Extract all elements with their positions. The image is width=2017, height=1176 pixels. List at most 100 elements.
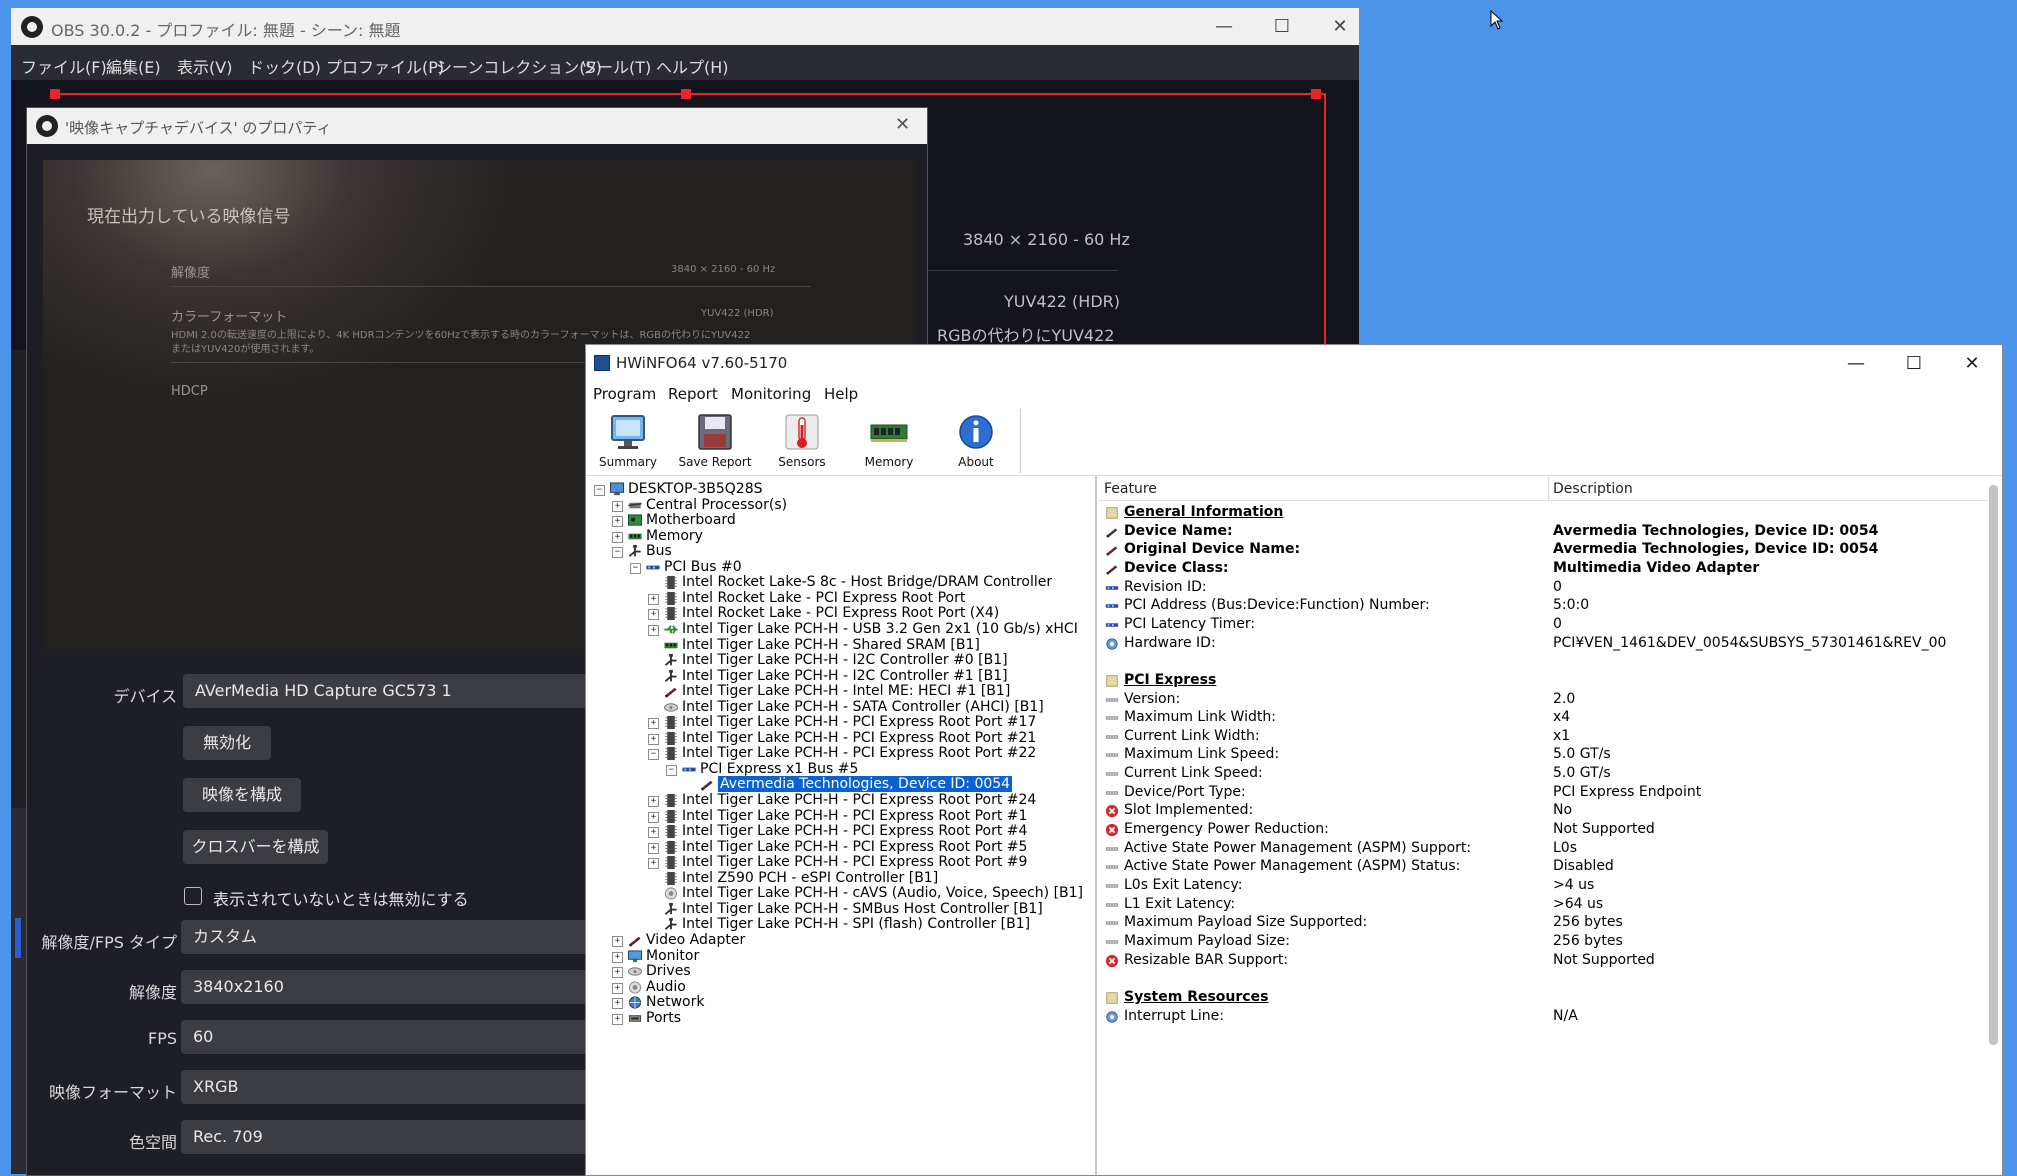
menu-tools[interactable]: ツール(T) bbox=[581, 54, 651, 78]
monitor-icon bbox=[611, 415, 645, 449]
expand-icon[interactable]: + bbox=[612, 532, 623, 543]
expand-icon[interactable]: + bbox=[612, 952, 623, 963]
detail-feature: Device Name: bbox=[1124, 523, 1233, 539]
detail-feature: Interrupt Line: bbox=[1124, 1008, 1224, 1024]
chip-icon bbox=[665, 793, 677, 808]
preview-divider bbox=[928, 270, 1118, 271]
expand-icon[interactable]: + bbox=[648, 718, 659, 729]
description-column-header[interactable]: Description bbox=[1553, 481, 1633, 497]
detail-feature: Active State Power Management (ASPM) Sup… bbox=[1124, 840, 1472, 856]
expand-icon[interactable]: + bbox=[612, 516, 623, 527]
resize-handle[interactable] bbox=[681, 89, 691, 99]
obs-window-title: OBS 30.0.2 - プロファイル: 無題 - シーン: 無題 bbox=[51, 21, 401, 40]
about-button[interactable]: About bbox=[934, 409, 1018, 473]
tree-node-label: Intel Tiger Lake PCH-H - Intel ME: HECI … bbox=[682, 683, 1011, 699]
device-label: デバイス bbox=[113, 687, 177, 706]
menu-edit[interactable]: 編集(E) bbox=[106, 54, 161, 78]
preview-format-value: YUV422 (HDR) bbox=[701, 308, 774, 319]
tree-node-label: Video Adapter bbox=[646, 932, 746, 948]
expand-icon[interactable]: + bbox=[648, 858, 659, 869]
chip-icon bbox=[665, 715, 677, 730]
expand-icon[interactable]: + bbox=[612, 936, 623, 947]
tree-node-label: Intel Tiger Lake PCH-H - PCI Express Roo… bbox=[682, 745, 1037, 761]
tree-node-label: Intel Tiger Lake PCH-H - PCI Express Roo… bbox=[682, 839, 1028, 855]
configure-crossbar-button[interactable]: クロスバーを構成 bbox=[183, 830, 328, 864]
maximize-button[interactable]: ☐ bbox=[1253, 8, 1311, 45]
expand-icon[interactable]: + bbox=[648, 843, 659, 854]
chip-icon bbox=[665, 809, 677, 824]
disable-button[interactable]: 無効化 bbox=[183, 726, 271, 760]
collapse-icon[interactable]: − bbox=[594, 485, 605, 496]
close-button[interactable]: ✕ bbox=[1943, 345, 2001, 382]
collapse-icon[interactable]: − bbox=[666, 765, 677, 776]
device-tree: − DESKTOP-3B5Q28S + Central Processor(s) + Mo… bbox=[586, 476, 1097, 1175]
detail-feature: Resizable BAR Support: bbox=[1124, 952, 1289, 968]
summary-button[interactable]: Summary bbox=[586, 409, 670, 473]
detail-feature: Active State Power Management (ASPM) Sta… bbox=[1124, 858, 1461, 874]
pci-icon bbox=[1105, 604, 1119, 608]
ram-icon bbox=[628, 533, 642, 540]
detail-feature: Maximum Link Speed: bbox=[1124, 746, 1280, 762]
menu-dock[interactable]: ドック(D) bbox=[248, 54, 321, 78]
expand-icon[interactable]: + bbox=[612, 501, 623, 512]
expand-icon[interactable]: + bbox=[648, 812, 659, 823]
feature-column-header[interactable]: Feature bbox=[1104, 481, 1157, 497]
pci-icon bbox=[646, 565, 660, 570]
menu-view[interactable]: 表示(V) bbox=[177, 54, 232, 78]
chip-icon bbox=[665, 575, 677, 590]
collapse-icon[interactable]: − bbox=[648, 749, 659, 760]
expand-icon[interactable]: + bbox=[648, 625, 659, 636]
expand-icon[interactable]: + bbox=[612, 967, 623, 978]
bus-icon bbox=[664, 653, 677, 666]
obs-logo-icon bbox=[36, 115, 58, 137]
menu-monitoring[interactable]: Monitoring bbox=[731, 385, 811, 403]
expand-icon[interactable]: + bbox=[612, 998, 623, 1009]
chip-icon bbox=[665, 840, 677, 855]
configure-video-button[interactable]: 映像を構成 bbox=[183, 778, 301, 812]
menu-scene-collection[interactable]: シーンコレクション(S) bbox=[436, 54, 602, 78]
chip-icon bbox=[665, 591, 677, 606]
section-icon bbox=[1106, 675, 1118, 687]
expand-icon[interactable]: + bbox=[648, 796, 659, 807]
expand-icon[interactable]: + bbox=[648, 827, 659, 838]
close-button[interactable]: ✕ bbox=[895, 114, 910, 135]
menu-profile[interactable]: プロファイル(P) bbox=[326, 54, 444, 78]
expand-icon[interactable]: + bbox=[648, 734, 659, 745]
menu-program[interactable]: Program bbox=[593, 385, 656, 403]
chip-icon bbox=[665, 855, 677, 870]
collapse-icon[interactable]: − bbox=[612, 547, 623, 558]
menu-help[interactable]: Help bbox=[824, 385, 858, 403]
memory-button[interactable]: Memory bbox=[847, 409, 931, 473]
minimize-button[interactable]: — bbox=[1195, 8, 1253, 45]
detail-value: L0s bbox=[1553, 840, 1578, 856]
expand-icon[interactable]: + bbox=[612, 983, 623, 994]
menu-file[interactable]: ファイル(F) bbox=[21, 54, 107, 78]
dock-accent-marker bbox=[15, 918, 21, 958]
detail-scrollbar[interactable] bbox=[1989, 485, 1998, 1045]
collapse-icon[interactable]: − bbox=[630, 563, 641, 574]
resize-handle[interactable] bbox=[1311, 89, 1321, 99]
detail-panel: Feature Description General Information D… bbox=[1098, 476, 2002, 1175]
expand-icon[interactable]: + bbox=[612, 1014, 623, 1025]
minimize-button[interactable]: — bbox=[1827, 345, 1885, 382]
expand-icon[interactable]: + bbox=[648, 594, 659, 605]
maximize-button[interactable]: ☐ bbox=[1885, 345, 1943, 382]
save-report-label: Save Report bbox=[678, 455, 752, 469]
detail-value: Avermedia Technologies, Device ID: 0054 bbox=[1553, 541, 1879, 557]
cpu-icon bbox=[628, 502, 642, 509]
detail-feature: Maximum Link Width: bbox=[1124, 709, 1276, 725]
resize-handle[interactable] bbox=[50, 89, 60, 99]
color-space-label: 色空間 bbox=[128, 1133, 177, 1152]
expand-icon[interactable]: + bbox=[648, 609, 659, 620]
drive-icon bbox=[663, 703, 679, 712]
detail-feature: Current Link Width: bbox=[1124, 728, 1260, 744]
menu-help[interactable]: ヘルプ(H) bbox=[656, 54, 729, 78]
close-button[interactable]: ✕ bbox=[1311, 8, 1369, 45]
save-report-button[interactable]: Save Report bbox=[673, 409, 757, 473]
sensors-button[interactable]: Sensors bbox=[760, 409, 844, 473]
detail-row[interactable]: Interrupt Line: N/A bbox=[1098, 1006, 1978, 1028]
menu-report[interactable]: Report bbox=[668, 385, 718, 403]
deactivate-when-hidden-checkbox[interactable] bbox=[184, 887, 202, 905]
preview-heading: 現在出力している映像信号 bbox=[87, 207, 291, 227]
tree-node-label: Intel Rocket Lake-S 8c - Host Bridge/DRA… bbox=[682, 574, 1053, 590]
